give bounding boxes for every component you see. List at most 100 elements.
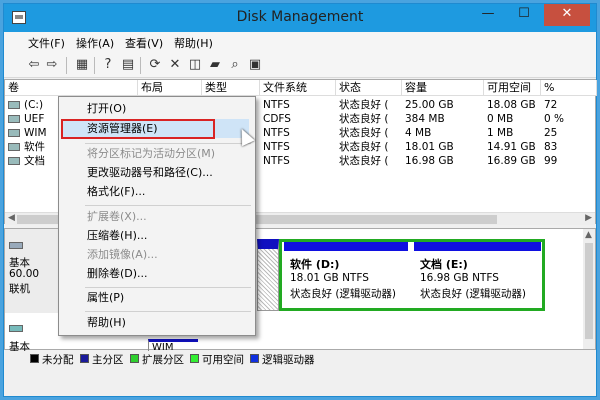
- menu-action[interactable]: 操作(A): [76, 35, 114, 51]
- rescan-icon[interactable]: ◫: [187, 57, 203, 73]
- cell-volume: 文档: [24, 155, 45, 167]
- logical-drive-bar: [284, 242, 408, 251]
- partition-title: 文档 (E:): [420, 258, 468, 271]
- scroll-left-icon[interactable]: ◀: [8, 213, 15, 223]
- highlight-box: [61, 119, 215, 139]
- forward-arrow-icon[interactable]: ⇨: [44, 57, 60, 73]
- menu-separator: [85, 205, 251, 206]
- menu-separator: [85, 287, 251, 288]
- column-header-layout[interactable]: 布局: [138, 80, 202, 96]
- scroll-right-icon[interactable]: ▶: [585, 213, 592, 223]
- search-icon[interactable]: ⌕: [227, 57, 243, 73]
- menu-file[interactable]: 文件(F): [28, 35, 65, 51]
- toolbar-separator: [66, 57, 67, 74]
- drive-icon: [8, 129, 20, 137]
- window-title: Disk Management: [236, 9, 364, 25]
- scroll-up-icon[interactable]: ▲: [585, 230, 592, 240]
- cell-filesystem: NTFS: [263, 99, 290, 111]
- cell-percent: 72: [544, 99, 558, 111]
- scrollbar-thumb[interactable]: [585, 243, 593, 339]
- menu-item-extend-volume: 扩展卷(X)...: [87, 210, 147, 223]
- toolbar-separator: [140, 57, 141, 74]
- cell-status: 状态良好 (: [339, 113, 389, 125]
- column-header-status[interactable]: 状态: [336, 80, 402, 96]
- cell-percent: 0 %: [544, 113, 564, 125]
- title-bar: Disk Management — ☐ ✕: [4, 4, 596, 32]
- partition-title: 软件 (D:): [290, 258, 340, 271]
- column-header-percent[interactable]: %: [541, 80, 597, 96]
- open-folder-icon[interactable]: ▰: [207, 57, 223, 73]
- maximize-button[interactable]: ☐: [510, 4, 538, 26]
- menu-separator: [85, 143, 251, 144]
- menu-separator: [85, 311, 251, 312]
- column-header-filesystem[interactable]: 文件系统: [260, 80, 336, 96]
- cell-free-space: 0 MB: [487, 113, 514, 125]
- menu-item-delete-volume[interactable]: 删除卷(D)...: [87, 265, 148, 283]
- legend-label: 逻辑驱动器: [262, 354, 315, 366]
- cell-free-space: 14.91 GB: [487, 141, 536, 153]
- cell-free-space: 1 MB: [487, 127, 514, 139]
- delete-icon[interactable]: ✕: [167, 57, 183, 73]
- menu-item-open[interactable]: 打开(O): [87, 100, 126, 118]
- partition-e[interactable]: 文档 (E:) 16.98 GB NTFS 状态良好 (逻辑驱动器): [414, 242, 541, 308]
- menu-item-shrink-volume[interactable]: 压缩卷(H)...: [87, 227, 147, 245]
- menu-bar: 文件(F) 操作(A) 查看(V) 帮助(H): [4, 32, 596, 53]
- extended-partition: 软件 (D:) 18.01 GB NTFS 状态良好 (逻辑驱动器) 文档 (E…: [279, 239, 545, 311]
- cell-status: 状态良好 (: [339, 127, 389, 139]
- cell-volume: (C:): [24, 99, 44, 111]
- wim-partition[interactable]: WIM: [148, 339, 198, 353]
- minimize-button[interactable]: —: [474, 4, 502, 26]
- cell-volume: WIM: [24, 127, 47, 139]
- menu-help[interactable]: 帮助(H): [174, 35, 213, 51]
- cell-free-space: 18.08 GB: [487, 99, 536, 111]
- cell-status: 状态良好 (: [339, 99, 389, 111]
- menu-item-add-mirror: 添加镜像(A)...: [87, 248, 158, 261]
- vertical-scrollbar[interactable]: ▲: [583, 229, 595, 349]
- legend-swatch-logical: [250, 354, 259, 363]
- menu-view[interactable]: 查看(V): [125, 35, 163, 51]
- legend-swatch-free: [190, 354, 199, 363]
- partition-size: 16.98 GB NTFS: [420, 272, 499, 284]
- disk0-size: 60.00: [9, 268, 40, 280]
- menu-item-format[interactable]: 格式化(F)...: [87, 183, 145, 201]
- cell-capacity: 25.00 GB: [405, 99, 454, 111]
- refresh-icon[interactable]: ⟳: [147, 57, 163, 73]
- cell-capacity: 18.01 GB: [405, 141, 454, 153]
- legend-label: 可用空间: [202, 354, 244, 366]
- cell-percent: 25: [544, 127, 558, 139]
- cell-status: 状态良好 (: [339, 155, 389, 167]
- menu-item-properties[interactable]: 属性(P): [87, 289, 124, 307]
- column-header-volume[interactable]: 卷: [5, 80, 138, 96]
- cell-percent: 99: [544, 155, 558, 167]
- menu-item-help[interactable]: 帮助(H): [87, 314, 126, 332]
- free-space-partition[interactable]: [257, 239, 279, 311]
- column-header-type[interactable]: 类型: [202, 80, 260, 96]
- cell-capacity: 16.98 GB: [405, 155, 454, 167]
- toolbar-separator: [94, 57, 95, 74]
- view-icon[interactable]: ▤: [120, 57, 136, 73]
- cell-filesystem: CDFS: [263, 113, 291, 125]
- logical-drive-bar: [414, 242, 541, 251]
- legend-swatch-primary: [80, 354, 89, 363]
- disk-icon: [9, 242, 23, 249]
- back-arrow-icon[interactable]: ⇦: [26, 57, 42, 73]
- column-header-capacity[interactable]: 容量: [402, 80, 484, 96]
- console-icon[interactable]: ▣: [247, 57, 263, 73]
- partition-d[interactable]: 软件 (D:) 18.01 GB NTFS 状态良好 (逻辑驱动器): [284, 242, 408, 308]
- properties-icon[interactable]: ▦: [74, 57, 90, 73]
- partition-status: 状态良好 (逻辑驱动器): [290, 288, 397, 300]
- legend-label: 扩展分区: [142, 354, 184, 366]
- cdrom-icon: [9, 325, 23, 332]
- help-icon[interactable]: ?: [100, 57, 116, 73]
- legend: 未分配 主分区 扩展分区 可用空间 逻辑驱动器: [4, 351, 596, 367]
- legend-swatch-extended: [130, 354, 139, 363]
- menu-item-change-drive-letter[interactable]: 更改驱动器号和路径(C)...: [87, 164, 213, 182]
- cell-filesystem: NTFS: [263, 155, 290, 167]
- legend-label: 未分配: [42, 354, 74, 366]
- close-button[interactable]: ✕: [544, 4, 590, 26]
- drive-icon: [8, 115, 20, 123]
- drive-icon: [8, 143, 20, 151]
- cell-free-space: 16.89 GB: [487, 155, 536, 167]
- cell-filesystem: NTFS: [263, 127, 290, 139]
- column-header-free-space[interactable]: 可用空间: [484, 80, 541, 96]
